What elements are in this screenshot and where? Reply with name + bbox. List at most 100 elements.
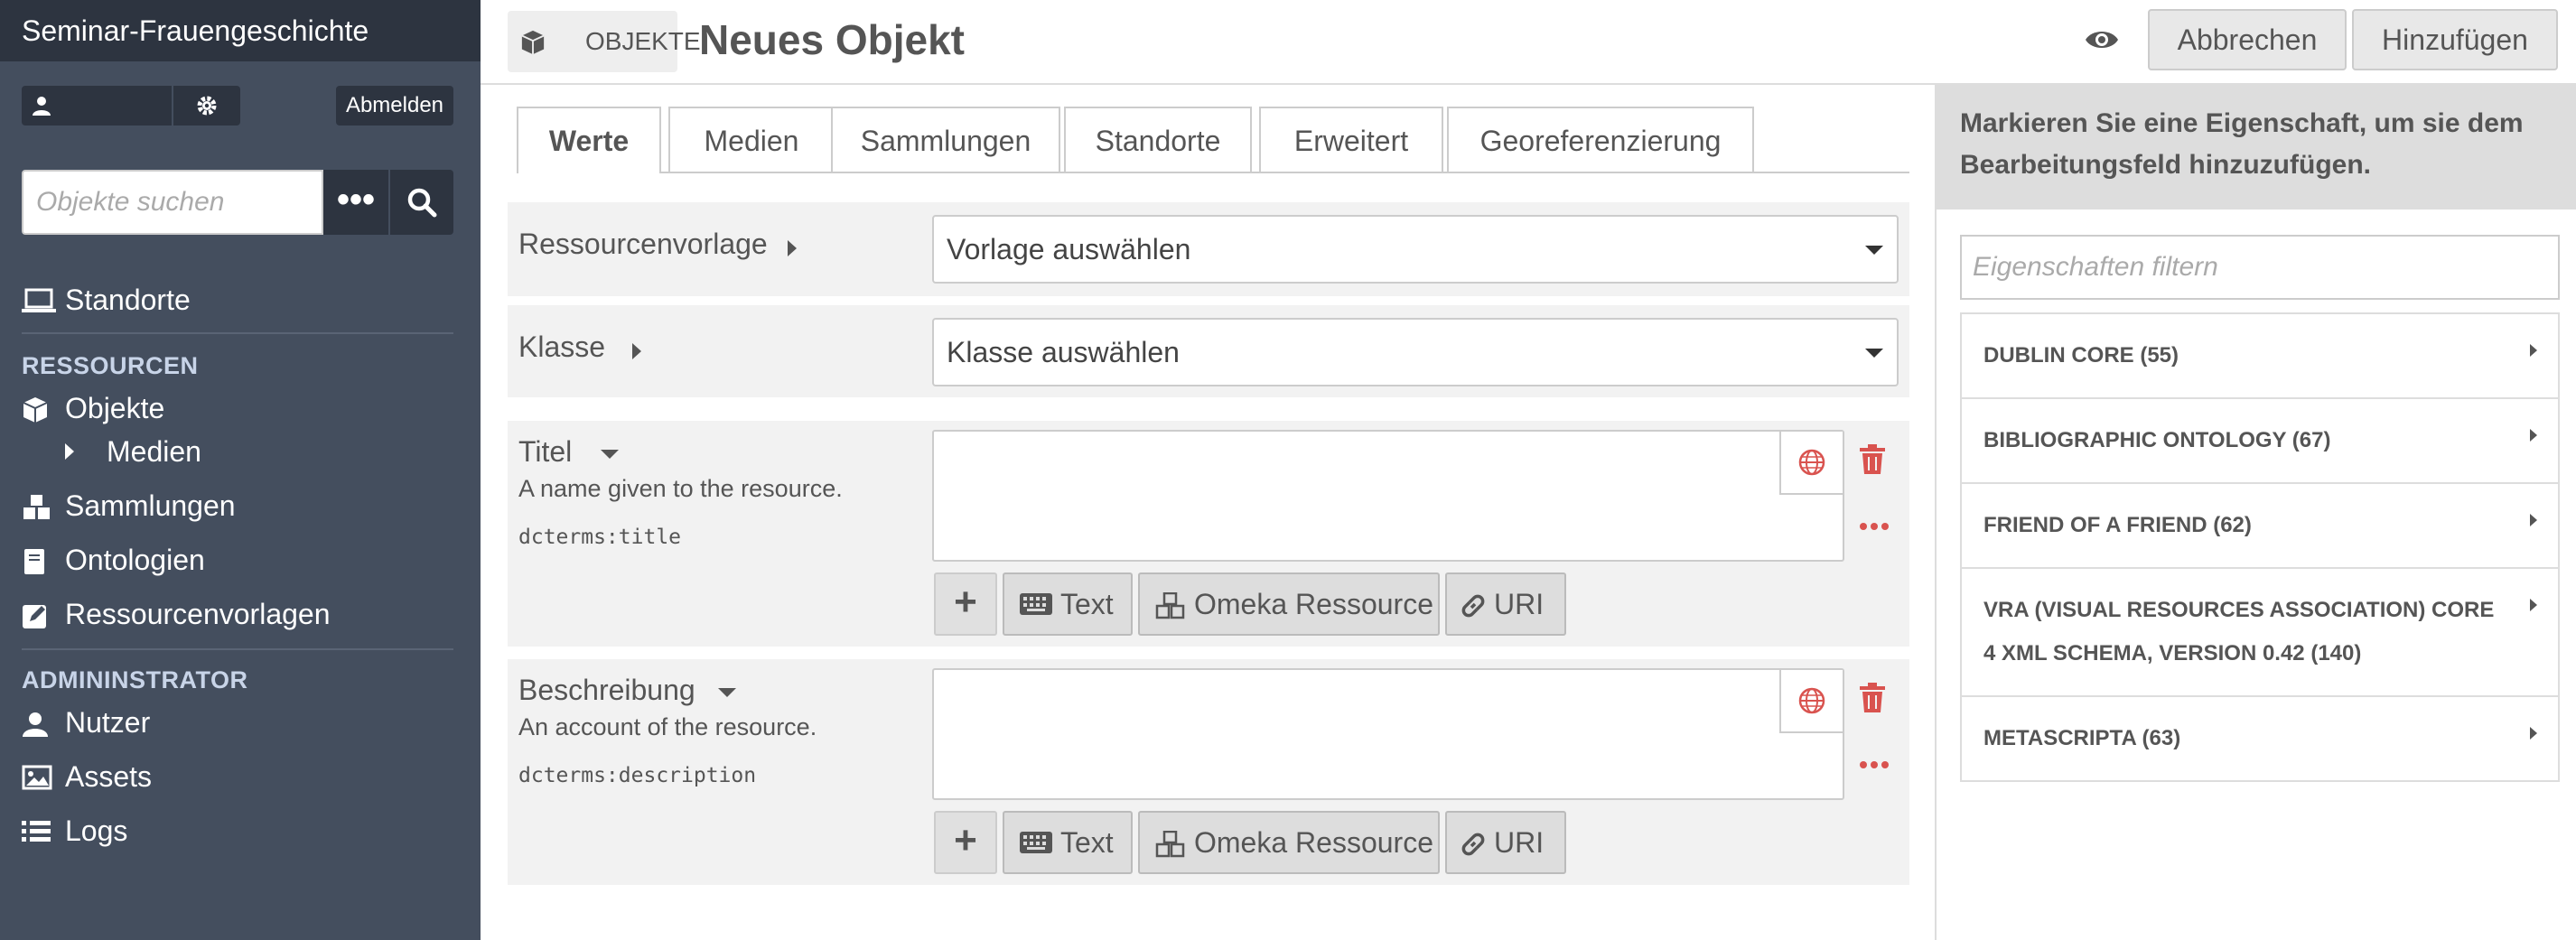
nav-logs-label: Logs [65,814,128,847]
search-button[interactable] [390,170,453,235]
vocabulary-item-label: METASCRIPTA (63) [1983,726,2181,750]
eye-icon[interactable] [2085,23,2119,56]
value-type-uri-label: URI [1494,826,1545,859]
caret-right-icon [65,443,74,460]
caret-right-icon[interactable] [630,341,643,361]
property-title-description: A name given to the resource. [518,475,843,502]
cubes-icon [1155,592,1185,619]
keyboard-icon [1020,832,1052,853]
tab-werte[interactable]: Werte [517,107,661,173]
more-options-icon[interactable] [1859,760,1890,769]
tab-sammlungen[interactable]: Sammlungen [831,107,1060,172]
cubes-icon [1155,831,1185,858]
sidebar: Seminar-Frauengeschichte Abmelden ••• St… [0,0,481,940]
vocabulary-item[interactable]: VRA (VISUAL RESOURCES ASSOCIATION) CORE … [1962,569,2558,697]
vocabulary-list: DUBLIN CORE (55) BIBLIOGRAPHIC ONTOLOGY … [1960,312,2560,782]
globe-icon [1798,687,1825,714]
property-filter-input[interactable] [1960,235,2560,300]
title-value-textarea[interactable] [932,430,1844,562]
property-description: Beschreibung An account of the resource.… [508,659,1909,885]
vocabulary-item[interactable]: FRIEND OF A FRIEND (62) [1962,484,2558,569]
property-description-label-text: Beschreibung [518,674,695,706]
caret-down-icon[interactable] [600,448,620,461]
nav-standorte-label: Standorte [65,284,191,316]
resource-template-label-text: Ressourcenvorlage [518,228,768,260]
value-type-uri-label: URI [1494,588,1545,620]
cube-icon [521,30,545,55]
value-type-resource-button[interactable]: Omeka Ressource [1138,572,1440,636]
nav-assets-label: Assets [65,760,153,793]
vocabulary-item-label: VRA (VISUAL RESOURCES ASSOCIATION) CORE … [1983,598,2495,665]
class-select-value: Klasse auswählen [947,336,1180,368]
tab-standorte[interactable]: Standorte [1064,107,1252,172]
caret-right-icon[interactable] [786,238,798,258]
nav-nutzer-label: Nutzer [65,706,151,739]
user-icon [23,712,48,737]
search-options-button[interactable]: ••• [323,170,388,235]
cube-icon [23,397,48,423]
user-profile-button[interactable] [22,86,172,126]
property-title-term: dcterms:title [518,526,682,549]
vocabulary-item[interactable]: METASCRIPTA (63) [1962,697,2558,780]
trash-icon[interactable] [1859,683,1886,713]
caret-right-icon [2530,727,2537,740]
user-settings-button[interactable] [173,86,240,126]
chevron-down-icon [1865,349,1883,358]
caret-right-icon [2530,514,2537,526]
resource-template-select[interactable]: Vorlage auswählen [932,215,1899,284]
link-icon [1461,833,1485,856]
more-options-icon[interactable] [1859,522,1890,531]
property-selector-panel: Markieren Sie eine Eigenschaft, um sie d… [1935,83,2576,940]
caret-right-icon [2530,344,2537,357]
property-description-label: Beschreibung [518,674,736,707]
edit-icon [23,605,46,628]
tab-georeferenzierung[interactable]: Georeferenzierung [1447,107,1754,172]
objects-badge[interactable]: Objekte [508,11,701,72]
site-title[interactable]: Seminar-Frauengeschichte [0,0,481,61]
class-select[interactable]: Klasse auswählen [932,318,1899,386]
nav-ressourcenvorlagen-label: Ressourcenvorlagen [65,598,331,630]
property-title-label-text: Titel [518,435,573,468]
language-button[interactable] [1779,670,1843,733]
cubes-icon [23,495,50,519]
add-value-button[interactable]: + [934,572,997,636]
nav-sammlungen-label: Sammlungen [65,489,236,522]
class-label-text: Klasse [518,330,606,363]
caret-down-icon[interactable] [717,686,737,699]
logout-button[interactable]: Abmelden [336,86,453,126]
property-title: Titel A name given to the resource. dcte… [508,421,1909,647]
caret-right-icon [2530,599,2537,611]
tab-bar: Werte Medien Sammlungen Standorte Erweit… [517,107,1909,173]
tab-medien[interactable]: Medien [668,107,835,172]
add-value-button[interactable]: + [934,811,997,874]
cancel-button[interactable]: Abbrechen [2148,9,2347,70]
vocabulary-item-label: BIBLIOGRAPHIC ONTOLOGY (67) [1983,428,2331,452]
vocabulary-item[interactable]: BIBLIOGRAPHIC ONTOLOGY (67) [1962,399,2558,484]
class-label: Klasse [518,330,641,364]
nav-divider [22,648,453,650]
value-type-resource-button[interactable]: Omeka Ressource [1138,811,1440,874]
language-button[interactable] [1779,432,1843,495]
value-type-uri-button[interactable]: URI [1445,572,1566,636]
description-value-textarea[interactable] [932,668,1844,800]
vocabulary-item[interactable]: DUBLIN CORE (55) [1962,314,2558,399]
trash-icon[interactable] [1859,444,1886,475]
nav-heading-ressourcen: RESSOURCEN [22,352,199,379]
value-type-text-button[interactable]: Text [1003,572,1133,636]
gear-icon [197,96,217,116]
value-type-resource-label: Omeka Ressource [1194,588,1433,620]
vocabulary-item-label: DUBLIN CORE (55) [1983,343,2179,368]
search-input[interactable] [22,170,323,235]
resource-template-row: Ressourcenvorlage Vorlage auswählen [508,202,1909,296]
link-icon [1461,594,1485,618]
tab-erweitert[interactable]: Erweitert [1259,107,1443,172]
nav-divider [22,332,453,334]
value-type-uri-button[interactable]: URI [1445,811,1566,874]
property-selector-message: Markieren Sie eine Eigenschaft, um sie d… [1937,83,2576,209]
user-icon [33,97,51,116]
add-button[interactable]: Hinzufügen [2352,9,2558,70]
nav-ontologien-label: Ontologien [65,544,205,576]
laptop-icon [22,288,56,312]
value-type-text-button[interactable]: Text [1003,811,1133,874]
book-icon [24,549,44,574]
